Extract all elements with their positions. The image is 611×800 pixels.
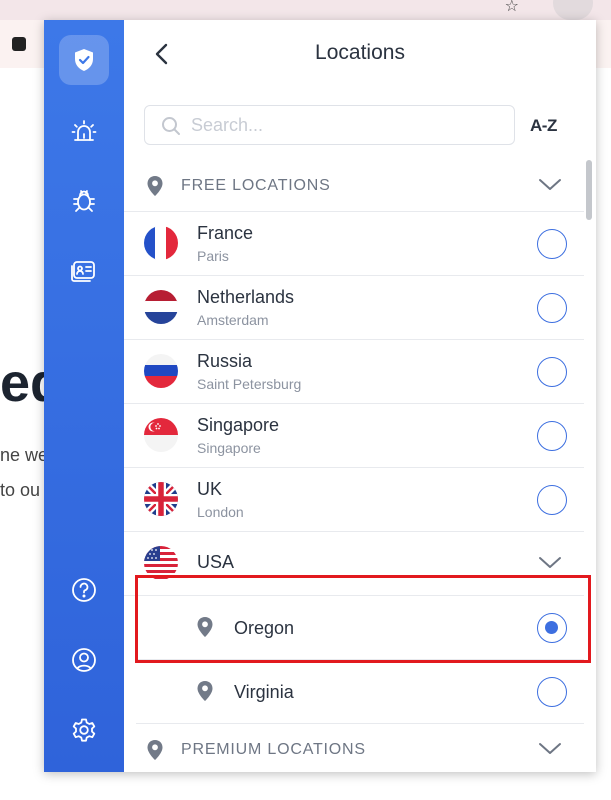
location-row-usa[interactable]: USA [124,532,584,596]
settings-icon [72,718,96,742]
location-row-singapore[interactable]: Singapore Singapore [124,404,584,468]
location-pin-icon [147,740,163,760]
panel-header: Locations [124,20,596,90]
region-row-oregon[interactable]: Oregon [136,596,584,660]
city-name: Saint Petersburg [197,376,302,392]
city-name: Paris [197,248,229,264]
location-pin-icon [197,617,213,637]
location-radio[interactable] [537,357,567,387]
sidebar-item-protection[interactable] [59,35,109,85]
section-label: PREMIUM LOCATIONS [181,741,366,758]
sidebar-item-antivirus[interactable] [59,175,109,225]
bookmark-star-icon[interactable]: ☆ [505,0,519,16]
chevron-down-icon[interactable] [538,556,562,570]
country-name: UK [197,479,223,499]
alarm-icon [71,120,97,141]
country-name: Singapore [197,415,280,435]
chevron-down-icon [539,743,561,754]
page-title: Locations [315,41,405,64]
vpn-extension-popup: Locations A-Z FREE LOCATIONS [44,20,596,772]
location-radio[interactable] [537,229,567,259]
background-page-logo [12,37,26,51]
section-premium-locations[interactable]: PREMIUM LOCATIONS [124,724,584,772]
search-box[interactable] [144,105,515,145]
scrollbar-thumb[interactable] [586,160,592,220]
russia-flag-icon [144,354,178,388]
sidebar-item-settings[interactable] [59,705,109,755]
section-free-locations[interactable]: FREE LOCATIONS [124,160,584,212]
locations-panel: Locations A-Z FREE LOCATIONS [124,20,596,772]
location-row-netherlands[interactable]: Netherlands Amsterdam [124,276,584,340]
sidebar-item-alerts[interactable] [59,107,109,157]
bug-icon [73,190,95,212]
sidebar-item-help[interactable] [59,565,109,615]
location-row-uk[interactable]: UK London [124,468,584,532]
section-label: FREE LOCATIONS [181,177,331,194]
location-radio[interactable] [537,293,567,323]
extension-button[interactable] [553,0,593,20]
sidebar [44,20,124,772]
location-pin-icon [147,176,163,196]
city-name: Amsterdam [197,312,269,328]
city-name: London [197,504,244,520]
country-name: France [197,223,254,243]
uk-flag-icon [144,482,178,516]
location-radio-selected[interactable] [537,613,567,643]
region-name: Virginia [234,682,294,702]
region-name: Oregon [234,618,295,638]
search-input[interactable] [191,113,501,137]
singapore-flag-icon [144,418,178,452]
location-radio[interactable] [537,485,567,515]
usa-flag-icon [144,546,178,580]
city-name: Singapore [197,440,261,456]
sidebar-item-identity[interactable] [59,245,109,295]
shield-check-icon [75,49,93,71]
sidebar-item-account[interactable] [59,635,109,685]
id-card-icon [71,261,95,282]
country-name: USA [197,552,235,572]
location-row-russia[interactable]: Russia Saint Petersburg [124,340,584,404]
location-radio[interactable] [537,421,567,451]
location-radio[interactable] [537,677,567,707]
location-pin-icon [197,681,213,701]
background-text-line: to ou [0,480,41,500]
location-row-france[interactable]: France Paris [124,212,584,276]
background-text-line: ne we [0,445,49,465]
chevron-down-icon [539,179,561,190]
country-name: Russia [197,351,253,371]
country-name: Netherlands [197,287,295,307]
region-row-virginia[interactable]: Virginia [136,660,584,724]
france-flag-icon [144,226,178,260]
locations-list: FREE LOCATIONS France Paris Netherlands … [124,160,596,772]
browser-toolbar: ☆ [0,0,611,20]
help-icon [72,578,96,602]
account-icon [72,648,96,672]
sort-az-button[interactable]: A-Z [530,116,557,136]
search-icon [162,117,180,135]
netherlands-flag-icon [144,290,178,324]
